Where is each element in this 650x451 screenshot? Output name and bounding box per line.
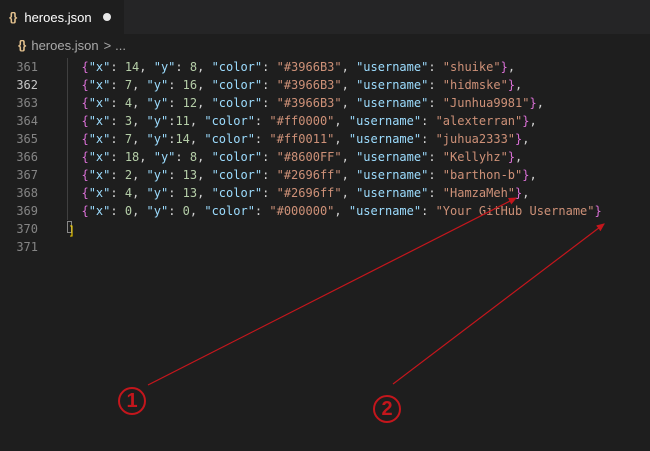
annotation-overlay [147,197,605,386]
annotation-arrow-2 [392,223,605,385]
annotation-marker-2: 2 [373,395,401,423]
annotation-marker-1: 1 [118,387,146,415]
annotation-arrow-1 [147,197,518,386]
